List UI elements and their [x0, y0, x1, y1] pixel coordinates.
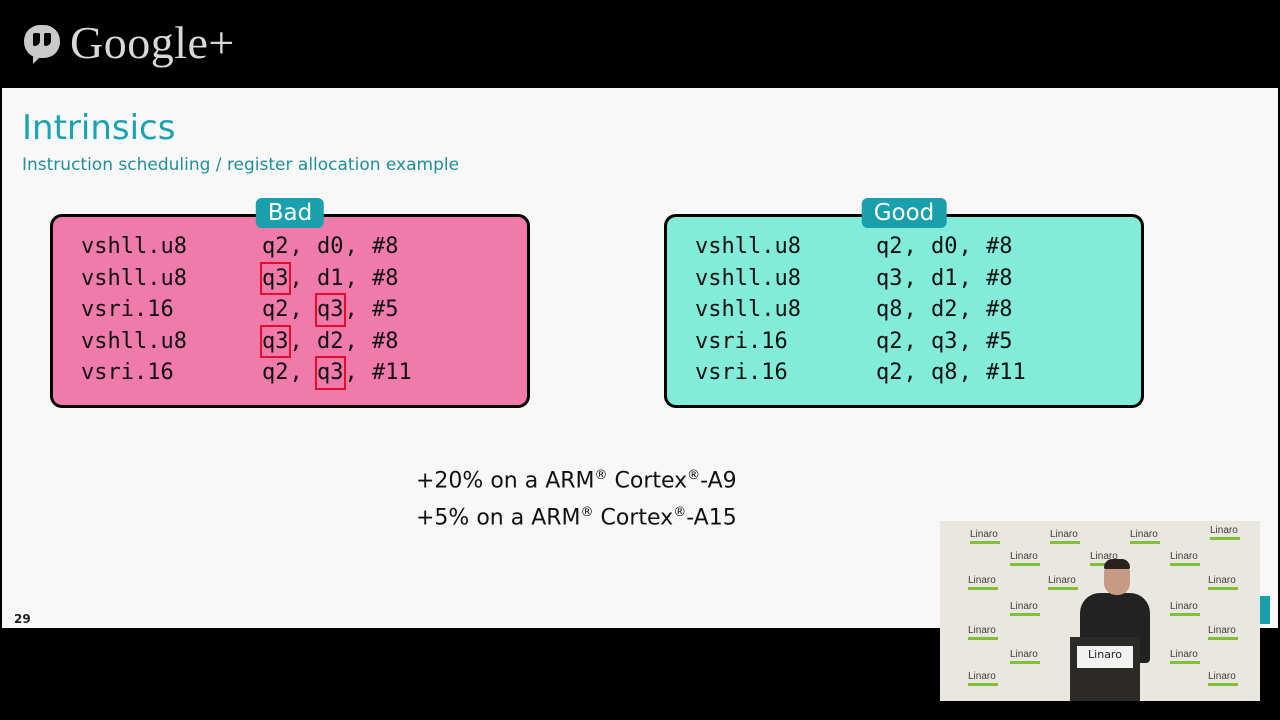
google-plus-bar: Google+ [0, 0, 1280, 88]
operand: #8 [986, 265, 1013, 291]
backdrop-logo: Linaro [1130, 529, 1160, 544]
backdrop-logo: Linaro [968, 671, 998, 686]
highlighted-operand: q3 [315, 293, 346, 327]
code-row: vsri.16 q2, q3, #11 [81, 356, 413, 390]
opcode: vshll.u8 [81, 234, 187, 259]
operand: d1 [317, 265, 344, 291]
backdrop-logo: Linaro [1050, 529, 1080, 544]
operand: d2 [317, 328, 344, 354]
presenter-hair [1104, 559, 1130, 569]
backdrop-logo: Linaro [968, 625, 998, 640]
podium-sign: Linaro [1077, 646, 1133, 668]
opcode: vshll.u8 [695, 297, 801, 322]
result-a9: +20% on a ARM® Cortex®-A9 [416, 468, 737, 494]
opcode: vshll.u8 [695, 234, 801, 259]
code-row: vsri.16 q2, q3, #5 [695, 326, 1027, 358]
result-a15: +5% on a ARM® Cortex®-A15 [416, 505, 737, 531]
code-row: vshll.u8 q3, d1, #8 [81, 261, 413, 295]
presenter-video[interactable]: Linaro Linaro Linaro Linaro Linaro Linar… [940, 521, 1260, 701]
operand: q2 [262, 297, 289, 322]
opcode: vsri.16 [81, 360, 174, 385]
bad-code: vshll.u8 q2, d0, #8 vshll.u8 q3, d1, #8 vs… [81, 231, 413, 390]
backdrop-logo: Linaro [1208, 625, 1238, 640]
code-row: vshll.u8 q8, d2, #8 [695, 294, 1027, 326]
operand: q2 [876, 328, 903, 354]
code-row: vshll.u8 q3, d1, #8 [695, 263, 1027, 295]
operand: #8 [372, 234, 399, 259]
operand: d1 [931, 265, 958, 291]
backdrop-logo: Linaro [1170, 601, 1200, 616]
operand: #5 [986, 328, 1013, 354]
operand: q2 [262, 360, 289, 385]
opcode: vshll.u8 [695, 265, 801, 291]
operand: q2 [876, 234, 903, 259]
good-label: Good [861, 198, 947, 228]
backdrop-logo: Linaro [1208, 671, 1238, 686]
opcode: vsri.16 [695, 328, 788, 354]
bad-example-box: Bad vshll.u8 q2, d0, #8 vshll.u8 q3, d1, #… [50, 198, 530, 408]
operand: #11 [372, 360, 412, 385]
code-row: vshll.u8 q2, d0, #8 [695, 231, 1027, 263]
code-row: vshll.u8 q2, d0, #8 [81, 231, 413, 263]
operand: q8 [931, 360, 958, 385]
operand: d2 [931, 297, 958, 322]
highlighted-operand: q3 [260, 324, 291, 358]
code-row: vsri.16 q2, q3, #5 [81, 293, 413, 327]
operand: #8 [986, 234, 1013, 259]
backdrop-logo: Linaro [1010, 601, 1040, 616]
opcode: vsri.16 [81, 297, 174, 322]
bad-label: Bad [255, 198, 325, 228]
operand: q2 [262, 234, 289, 259]
backdrop-logo: Linaro [1170, 551, 1200, 566]
operand: q3 [931, 328, 958, 354]
performance-results: +20% on a ARM® Cortex®-A9 +5% on a ARM® … [416, 460, 737, 535]
operand: d0 [317, 234, 344, 259]
google-plus-logo: Google+ [70, 17, 235, 68]
code-row: vsri.16 q2, q8, #11 [695, 357, 1027, 389]
highlighted-operand: q3 [315, 356, 346, 390]
slide-title: Intrinsics [22, 108, 176, 148]
operand: #8 [372, 265, 399, 291]
good-example-box: Good vshll.u8 q2, d0, #8 vshll.u8 q3, d1, … [664, 198, 1144, 408]
slide-number: 29 [14, 612, 31, 626]
opcode: vshll.u8 [81, 328, 187, 354]
operand: q8 [876, 297, 903, 322]
backdrop-logo: Linaro [1210, 525, 1240, 540]
backdrop-logo: Linaro [1048, 575, 1078, 590]
good-code: vshll.u8 q2, d0, #8 vshll.u8 q3, d1, #8 vs… [695, 231, 1027, 389]
hangouts-icon [24, 25, 60, 64]
operand: #11 [986, 360, 1026, 385]
backdrop-logo: Linaro [1010, 649, 1040, 664]
operand: q3 [876, 265, 903, 291]
opcode: vshll.u8 [81, 265, 187, 291]
highlighted-operand: q3 [260, 261, 291, 295]
backdrop-logo: Linaro [1010, 551, 1040, 566]
opcode: vsri.16 [695, 360, 788, 385]
operand: d0 [931, 234, 958, 259]
code-row: vshll.u8 q3, d2, #8 [81, 324, 413, 358]
backdrop-logo: Linaro [1208, 575, 1238, 590]
operand: #5 [372, 297, 399, 322]
operand: #8 [986, 297, 1013, 322]
operand: q2 [876, 360, 903, 385]
backdrop-logo: Linaro [970, 529, 1000, 544]
backdrop-logo: Linaro [1170, 649, 1200, 664]
slide-subtitle: Instruction scheduling / register alloca… [22, 155, 460, 175]
backdrop-logo: Linaro [968, 575, 998, 590]
operand: #8 [372, 328, 399, 354]
